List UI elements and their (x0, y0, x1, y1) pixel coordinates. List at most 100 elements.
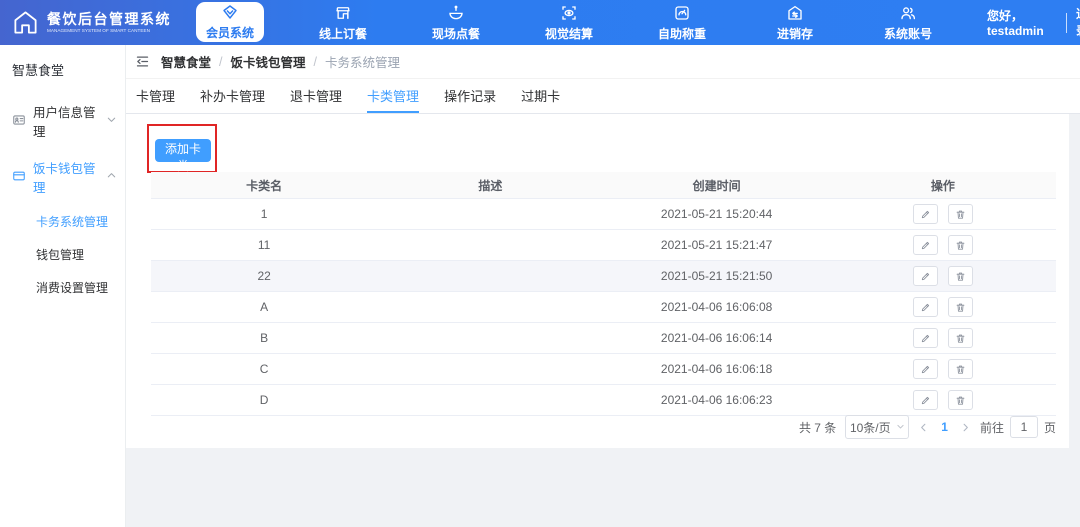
sidebar-item-2-3[interactable]: 消费设置管理 (0, 271, 125, 304)
user-greeting: 您好，testadmin (987, 7, 1057, 38)
gem-icon (221, 3, 239, 21)
table-row: 12021-05-21 15:20:44 (151, 199, 1056, 230)
nav-item-label: 自助称重 (658, 25, 706, 42)
tab-3[interactable]: 退卡管理 (290, 79, 342, 113)
edit-button[interactable] (913, 328, 938, 348)
breadcrumb-item-2[interactable]: 饭卡钱包管理 (231, 52, 306, 71)
sidebar-item-2-1[interactable]: 卡务系统管理 (0, 205, 125, 238)
nav-item-label: 会员系统 (206, 24, 254, 41)
cell-actions (830, 297, 1056, 317)
tab-5[interactable]: 操作记录 (444, 79, 496, 113)
delete-button[interactable] (948, 328, 973, 348)
tab-6[interactable]: 过期卡 (521, 79, 560, 113)
navbar-menu: 会员系统 线上订餐 现场点餐视觉结算 自助称重 进销存系统账号 (196, 0, 987, 45)
card-type-table: 卡类名描述创建时间操作 12021-05-21 15:20:44112021-0… (151, 172, 1056, 416)
delete-button[interactable] (948, 297, 973, 317)
goto-label: 前往 (980, 419, 1004, 436)
nav-item-label: 线上订餐 (319, 25, 367, 42)
breadcrumb-separator: / (314, 55, 317, 69)
edit-button[interactable] (913, 297, 938, 317)
scale-icon (673, 4, 691, 22)
cell-actions (830, 266, 1056, 286)
divider (1066, 13, 1067, 33)
cell-card-type-name: 11 (151, 238, 377, 252)
column-header-3: 创建时间 (604, 177, 830, 194)
edit-button[interactable] (913, 266, 938, 286)
breadcrumb-bar: 智慧食堂/饭卡钱包管理/卡务系统管理 (126, 45, 1080, 79)
cell-created-time: 2021-05-21 15:20:44 (604, 207, 830, 221)
prev-page-icon[interactable] (918, 422, 929, 433)
cell-actions (830, 235, 1056, 255)
tab-2[interactable]: 补办卡管理 (200, 79, 265, 113)
delete-button[interactable] (948, 390, 973, 410)
nav-item-5[interactable]: 自助称重 (648, 0, 716, 45)
cell-card-type-name: A (151, 300, 377, 314)
goto-suffix: 页 (1044, 419, 1056, 436)
cell-created-time: 2021-04-06 16:06:14 (604, 331, 830, 345)
main-area: 智慧食堂/饭卡钱包管理/卡务系统管理 卡管理补办卡管理退卡管理卡类管理操作记录过… (126, 45, 1080, 527)
canteen-house-icon (12, 9, 39, 36)
breadcrumb-item-1[interactable]: 智慧食堂 (161, 52, 211, 71)
nav-item-1[interactable]: 会员系统 (196, 2, 264, 42)
sidebar-item-2-2[interactable]: 钱包管理 (0, 238, 125, 271)
id-card-icon (12, 113, 26, 130)
nav-item-7[interactable]: 系统账号 (874, 0, 942, 45)
cell-card-type-name: 22 (151, 269, 377, 283)
page-number[interactable]: 1 (938, 420, 951, 434)
content-background: 添加卡类 卡类名描述创建时间操作 12021-05-21 15:20:44112… (126, 114, 1080, 527)
app-title: 餐饮后台管理系统 (47, 11, 179, 29)
cell-actions (830, 328, 1056, 348)
logo-text: 餐饮后台管理系统 MANAGEMENT SYSTEM OF SMART CANT… (47, 11, 179, 35)
cell-created-time: 2021-04-06 16:06:23 (604, 393, 830, 407)
cell-actions (830, 390, 1056, 410)
nav-item-2[interactable]: 线上订餐 (309, 0, 377, 45)
content-card: 添加卡类 卡类名描述创建时间操作 12021-05-21 15:20:44112… (126, 114, 1069, 448)
warehouse-icon (786, 4, 804, 22)
goto-page-input[interactable] (1010, 416, 1038, 438)
next-page-icon[interactable] (960, 422, 971, 433)
nav-item-4[interactable]: 视觉结算 (535, 0, 603, 45)
logout-button[interactable]: 退出登录 (1076, 6, 1080, 38)
edit-button[interactable] (913, 359, 938, 379)
navbar-account-area: 您好，testadmin 退出登录 (987, 0, 1080, 45)
delete-button[interactable] (948, 266, 973, 286)
nav-item-label: 视觉结算 (545, 25, 593, 42)
sidebar-group-2[interactable]: 饭卡钱包管理 (0, 149, 125, 205)
edit-button[interactable] (913, 390, 938, 410)
table-row: 112021-05-21 15:21:47 (151, 230, 1056, 261)
nav-item-3[interactable]: 现场点餐 (422, 0, 490, 45)
page-size-select[interactable]: 10条/页 (845, 415, 909, 439)
chevron-down-icon (896, 420, 905, 434)
sidebar: 智慧食堂 用户信息管理饭卡钱包管理卡务系统管理钱包管理消费设置管理 (0, 45, 126, 527)
sidebar-group-label: 饭卡钱包管理 (33, 158, 99, 196)
collapse-menu-icon[interactable] (135, 54, 150, 69)
chevron-up-icon (106, 170, 117, 184)
nav-item-6[interactable]: 进销存 (761, 0, 829, 45)
goto-page: 前往 页 (980, 416, 1056, 438)
column-header-4: 操作 (830, 177, 1056, 194)
breadcrumb-item-3: 卡务系统管理 (325, 52, 400, 71)
sidebar-title: 智慧食堂 (0, 45, 125, 93)
top-navbar: 餐饮后台管理系统 MANAGEMENT SYSTEM OF SMART CANT… (0, 0, 1080, 45)
delete-button[interactable] (948, 204, 973, 224)
breadcrumb: 智慧食堂/饭卡钱包管理/卡务系统管理 (161, 52, 400, 71)
table-row: D2021-04-06 16:06:23 (151, 385, 1056, 416)
app-root: 餐饮后台管理系统 MANAGEMENT SYSTEM OF SMART CANT… (0, 0, 1080, 527)
sidebar-group-1[interactable]: 用户信息管理 (0, 93, 125, 149)
cell-actions (830, 359, 1056, 379)
table-row: 222021-05-21 15:21:50 (151, 261, 1056, 292)
tab-4[interactable]: 卡类管理 (367, 79, 419, 113)
chevron-down-icon (106, 114, 117, 128)
edit-button[interactable] (913, 235, 938, 255)
accounts-icon (899, 4, 917, 22)
delete-button[interactable] (948, 235, 973, 255)
cell-created-time: 2021-04-06 16:06:08 (604, 300, 830, 314)
tab-1[interactable]: 卡管理 (136, 79, 175, 113)
dish-icon (447, 4, 465, 22)
column-header-2: 描述 (377, 177, 603, 194)
add-card-type-button[interactable]: 添加卡类 (155, 139, 211, 162)
vision-scan-icon (560, 4, 578, 22)
cell-card-type-name: B (151, 331, 377, 345)
delete-button[interactable] (948, 359, 973, 379)
edit-button[interactable] (913, 204, 938, 224)
